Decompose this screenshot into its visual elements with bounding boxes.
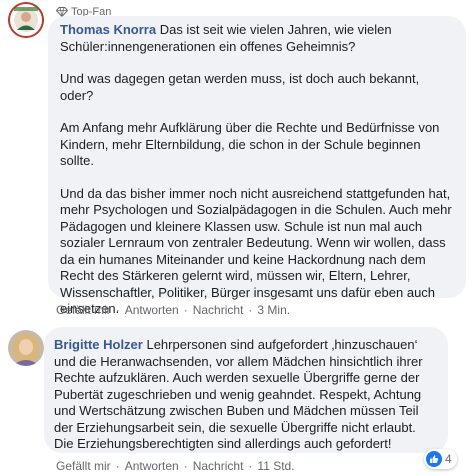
separator: · <box>115 303 120 317</box>
like-button[interactable]: Gefällt mir <box>56 303 111 317</box>
like-reaction-icon <box>426 451 442 467</box>
author-name[interactable]: Brigitte Holzer <box>54 337 143 352</box>
author-name[interactable]: Thomas Knorra <box>60 22 156 37</box>
reaction-count[interactable]: 4 <box>424 449 457 469</box>
separator: · <box>115 459 120 473</box>
comment-paragraph: Und was dagegen getan werden muss, ist d… <box>60 71 420 103</box>
comment-actions: Gefällt mir · Antworten · Nachricht · 11… <box>56 459 295 473</box>
avatar-image <box>8 2 44 38</box>
avatar-image <box>8 330 44 366</box>
separator: · <box>248 303 253 317</box>
like-button[interactable]: Gefällt mir <box>56 459 111 473</box>
comment-paragraph: Am Anfang mehr Aufklärung über die Recht… <box>60 120 440 168</box>
comment-text: Lehrpersonen sind aufgefordert ‚hinzusch… <box>54 337 423 451</box>
separator: · <box>248 459 253 473</box>
reply-button[interactable]: Antworten <box>125 303 179 317</box>
timestamp[interactable]: 3 Min. <box>257 303 290 317</box>
thumbs-up-icon <box>430 455 439 463</box>
comment-paragraph: Brigitte Holzer Lehrpersonen sind aufgef… <box>54 337 438 453</box>
separator: · <box>183 459 188 473</box>
separator: · <box>183 303 188 317</box>
avatar[interactable] <box>8 2 44 38</box>
comment-actions: Gefällt mir · Antworten · Nachricht · 3 … <box>56 303 290 317</box>
comment-bubble: Brigitte Holzer Lehrpersonen sind aufgef… <box>44 327 448 453</box>
comment-paragraph: Und da das bisher immer noch nicht ausre… <box>60 185 452 317</box>
comment-paragraph: Thomas Knorra Das ist seit wie vielen Ja… <box>60 22 454 55</box>
comment-bubble: Thomas Knorra Das ist seit wie vielen Ja… <box>48 16 466 316</box>
timestamp[interactable]: 11 Std. <box>257 459 294 473</box>
reply-button[interactable]: Antworten <box>125 459 179 473</box>
avatar[interactable] <box>8 330 44 366</box>
reaction-number: 4 <box>445 452 452 466</box>
message-button[interactable]: Nachricht <box>193 303 244 317</box>
message-button[interactable]: Nachricht <box>193 459 244 473</box>
